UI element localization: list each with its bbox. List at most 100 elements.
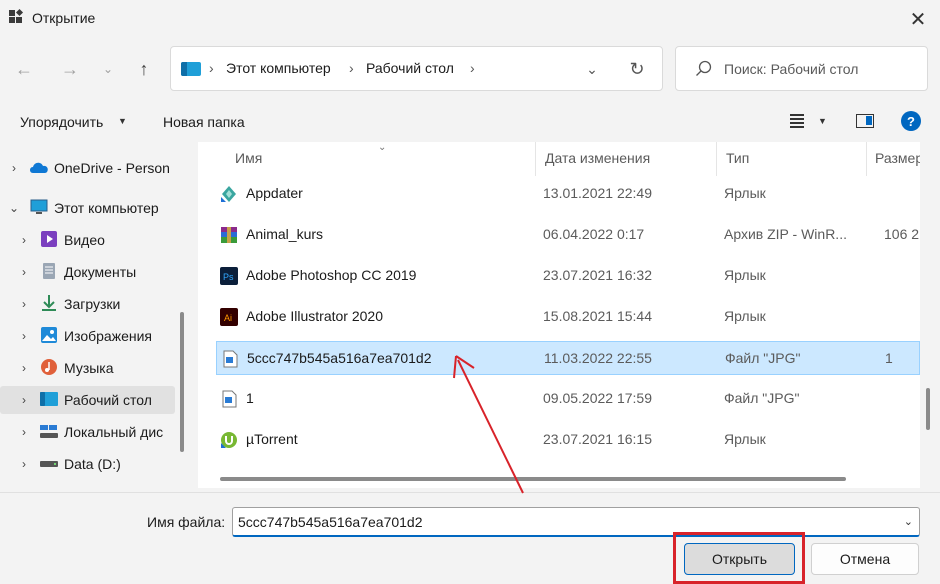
breadcrumb-chevron-icon[interactable]: › — [349, 60, 354, 76]
command-bar: Упорядочить ▼ Новая папка ▼ — [0, 100, 940, 142]
photoshop-icon: Ps — [220, 267, 238, 285]
refresh-button[interactable]: ↻ — [625, 57, 649, 81]
file-row[interactable]: Ai Adobe Illustrator 2020 15.08.2021 15:… — [216, 300, 920, 334]
preview-pane-icon[interactable] — [856, 114, 874, 128]
chevron-right-icon[interactable]: › — [18, 329, 30, 343]
sidebar-item-data-drive[interactable]: › Data (D:) — [0, 450, 175, 478]
file-name: Adobe Illustrator 2020 — [246, 308, 383, 324]
close-button[interactable]: ✕ — [902, 4, 934, 34]
cancel-button[interactable]: Отмена — [811, 543, 919, 575]
file-date: 11.03.2022 22:55 — [544, 350, 652, 366]
back-button[interactable]: ← — [10, 55, 38, 83]
column-divider[interactable] — [716, 142, 717, 176]
image-file-icon — [222, 390, 237, 408]
sidebar-item-label: Data (D:) — [64, 456, 121, 472]
file-date: 09.05.2022 17:59 — [543, 390, 652, 406]
filename-input[interactable] — [238, 512, 878, 532]
organize-button[interactable]: Упорядочить — [20, 114, 103, 130]
column-header-type[interactable]: Тип — [726, 150, 749, 166]
svg-text:Ai: Ai — [224, 313, 232, 323]
breadcrumb-chevron-icon[interactable]: › — [209, 60, 214, 76]
horizontal-scrollbar[interactable] — [218, 475, 918, 483]
chevron-right-icon[interactable]: › — [18, 297, 30, 311]
video-icon — [41, 231, 57, 247]
file-name: 1 — [246, 390, 254, 406]
file-date: 15.08.2021 15:44 — [543, 308, 652, 324]
horizontal-scrollbar-thumb[interactable] — [220, 477, 846, 481]
chevron-right-icon[interactable]: › — [18, 361, 30, 375]
chevron-right-icon[interactable]: › — [18, 457, 30, 471]
sidebar-item-label: Загрузки — [64, 296, 121, 312]
help-icon[interactable]: ? — [901, 111, 921, 131]
up-button[interactable]: ↑ — [130, 55, 158, 83]
file-name: µTorrent — [246, 431, 298, 447]
chevron-right-icon[interactable]: › — [18, 265, 30, 279]
caret-down-icon[interactable]: ▼ — [818, 116, 827, 126]
open-button[interactable]: Открыть — [684, 543, 795, 575]
onedrive-icon — [30, 162, 48, 173]
sidebar-scrollbar[interactable] — [180, 312, 184, 452]
file-date: 13.01.2021 22:49 — [543, 185, 652, 201]
desktop-folder-icon — [181, 62, 201, 76]
chevron-down-icon[interactable]: ⌄ — [8, 201, 20, 215]
file-row[interactable]: Appdater 13.01.2021 22:49 Ярлык — [216, 177, 920, 211]
dialog-icon — [9, 8, 24, 24]
chevron-right-icon[interactable]: › — [18, 393, 30, 407]
file-row[interactable]: Animal_kurs 06.04.2022 0:17 Архив ZIP - … — [216, 218, 920, 252]
column-header-size[interactable]: Размер — [875, 150, 920, 166]
caret-down-icon[interactable]: ▼ — [118, 116, 127, 126]
file-name: Adobe Photoshop CC 2019 — [246, 267, 417, 283]
address-bar[interactable]: › Этот компьютер › Рабочий стол › ⌄ ↻ — [170, 46, 663, 91]
file-date: 06.04.2022 0:17 — [543, 226, 645, 242]
file-row[interactable]: Ps Adobe Photoshop CC 2019 23.07.2021 16… — [216, 259, 920, 293]
chevron-right-icon[interactable]: › — [18, 233, 30, 247]
chevron-right-icon[interactable]: › — [18, 425, 30, 439]
pictures-icon — [41, 327, 57, 343]
chevron-down-icon[interactable]: ⌄ — [904, 515, 913, 528]
column-divider[interactable] — [866, 142, 867, 176]
svg-text:Ps: Ps — [223, 272, 234, 282]
close-icon: ✕ — [909, 8, 927, 31]
image-file-icon — [223, 350, 238, 368]
title-bar: Открытие ✕ — [0, 0, 940, 38]
address-history-dropdown[interactable]: ⌄ — [581, 58, 603, 80]
breadcrumb-desktop[interactable]: Рабочий стол — [366, 60, 454, 76]
sidebar-item-local-disk[interactable]: › Локальный дис — [0, 418, 175, 446]
sidebar-item-video[interactable]: › Видео — [0, 226, 175, 254]
arrow-right-icon: → — [61, 58, 79, 79]
search-input[interactable] — [724, 57, 919, 81]
file-row-selected[interactable]: 5ccc747b545a516a7ea701d2 11.03.2022 22:5… — [216, 341, 920, 375]
sidebar-item-label: Музыка — [64, 360, 114, 376]
view-details-icon[interactable] — [790, 114, 806, 128]
sidebar-item-onedrive[interactable]: › OneDrive - Person — [0, 154, 175, 182]
file-type: Архив ZIP - WinR... — [724, 226, 847, 242]
breadcrumb-this-pc[interactable]: Этот компьютер — [226, 60, 331, 76]
file-size: 1 — [885, 350, 893, 366]
vertical-scrollbar-thumb[interactable] — [926, 388, 930, 430]
file-type: Файл "JPG" — [725, 350, 801, 366]
file-row[interactable]: µTorrent 23.07.2021 16:15 Ярлык — [216, 423, 920, 457]
sidebar-item-music[interactable]: › Музыка — [0, 354, 175, 382]
sidebar-item-documents[interactable]: › Документы — [0, 258, 175, 286]
recent-locations-button[interactable]: ⌄ — [94, 55, 122, 83]
file-size: 106 2 — [884, 226, 920, 242]
new-folder-button[interactable]: Новая папка — [163, 114, 245, 130]
filename-combobox[interactable]: ⌄ — [232, 507, 920, 537]
search-box[interactable] — [675, 46, 928, 91]
sidebar-item-this-pc[interactable]: ⌄ Этот компьютер — [0, 194, 175, 222]
file-row[interactable]: 1 09.05.2022 17:59 Файл "JPG" — [216, 382, 920, 416]
sort-chevron-icon: ⌄ — [378, 142, 387, 153]
sidebar-item-desktop[interactable]: › Рабочий стол — [0, 386, 175, 414]
column-header-date[interactable]: Дата изменения — [545, 150, 650, 166]
sidebar-item-downloads[interactable]: › Загрузки — [0, 290, 175, 318]
window-title: Открытие — [32, 10, 96, 26]
forward-button[interactable]: → — [56, 55, 84, 83]
chevron-right-icon[interactable]: › — [8, 161, 20, 175]
computer-icon — [30, 199, 48, 214]
column-header-name[interactable]: Имя — [235, 150, 262, 166]
sidebar-item-pictures[interactable]: › Изображения — [0, 322, 175, 350]
column-divider[interactable] — [535, 142, 536, 176]
sidebar-item-label: Этот компьютер — [54, 200, 159, 216]
search-icon — [696, 60, 712, 76]
breadcrumb-chevron-icon[interactable]: › — [470, 60, 475, 76]
